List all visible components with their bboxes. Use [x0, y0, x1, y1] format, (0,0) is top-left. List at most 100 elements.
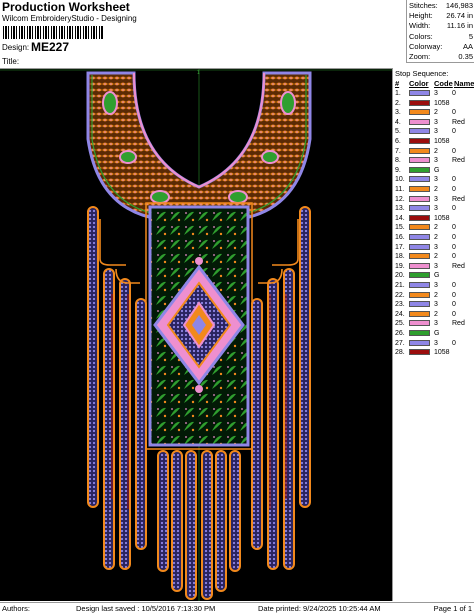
stat-label: Colorway: — [409, 41, 443, 51]
stat-value: 5 — [468, 31, 473, 41]
color-swatch — [409, 99, 430, 106]
thread-name: 0 — [452, 282, 456, 289]
stop-sequence-row[interactable]: 27. 3 0 — [393, 339, 474, 349]
stat-label: Width: — [409, 21, 431, 31]
color-swatch — [409, 272, 430, 279]
stop-sequence-header: # Color Code Name — [393, 79, 474, 88]
stop-number: 7. — [395, 147, 401, 155]
stop-sequence-row[interactable]: 7. 2 0 — [393, 147, 474, 157]
col-color-header: Color — [409, 79, 429, 88]
color-swatch — [409, 253, 430, 260]
color-swatch — [409, 234, 430, 240]
stop-sequence-row[interactable]: 9. G — [393, 166, 474, 176]
stop-sequence-row[interactable]: 5. 3 0 — [393, 127, 474, 137]
authors-label: Authors: — [2, 604, 30, 613]
stop-number: 5. — [395, 128, 401, 136]
stop-sequence-row[interactable]: 13. 3 0 — [393, 204, 474, 214]
thread-code: 2 — [434, 147, 438, 155]
stop-number: 6. — [395, 138, 401, 145]
color-swatch — [409, 138, 430, 144]
thread-name: 0 — [452, 339, 456, 347]
stop-number: 19. — [395, 262, 405, 270]
thread-code: 1058 — [434, 214, 450, 222]
stop-sequence-row[interactable]: 20. G — [393, 271, 474, 281]
thread-code: 3 — [434, 262, 438, 270]
stat-label: Height: — [409, 11, 433, 21]
stop-sequence-panel: Stop Sequence: # Color Code Name 1. 3 0 2. 1… — [392, 68, 474, 601]
thread-name: Red — [452, 262, 465, 270]
stop-sequence-row[interactable]: 15. 2 0 — [393, 223, 474, 233]
thread-code: 1058 — [434, 138, 450, 145]
color-swatch — [409, 339, 430, 346]
embroidery-design-preview: 1 — [0, 69, 392, 601]
stop-sequence-row[interactable]: 28. 1058 — [393, 348, 474, 358]
stop-sequence-row[interactable]: 22. 2 0 — [393, 291, 474, 301]
stop-sequence-row[interactable]: 11. 2 0 — [393, 185, 474, 195]
color-swatch — [409, 90, 430, 96]
stop-number: 1. — [395, 90, 401, 97]
thread-code: 1058 — [434, 99, 450, 107]
thread-name: 0 — [452, 147, 456, 155]
stat-row: Stitches: 146,983 — [409, 1, 473, 10]
thread-code: 3 — [434, 118, 438, 126]
color-swatch — [409, 195, 430, 202]
stop-sequence-row[interactable]: 16. 2 0 — [393, 233, 474, 243]
color-swatch — [409, 186, 430, 192]
stop-sequence-row[interactable]: 19. 3 Red — [393, 262, 474, 272]
thread-name: 0 — [452, 243, 456, 251]
thread-code: 3 — [434, 128, 438, 136]
stat-row: Colorway: AA — [409, 42, 473, 51]
color-swatch — [409, 147, 430, 154]
stop-sequence-row[interactable]: 8. 3 Red — [393, 156, 474, 166]
stop-sequence-row[interactable]: 3. 2 0 — [393, 108, 474, 118]
thread-code: 2 — [434, 186, 438, 193]
stat-label: Stitches: — [409, 1, 438, 10]
thread-code: 2 — [434, 253, 438, 261]
stat-label: Colors: — [409, 31, 433, 41]
thread-name: 0 — [452, 310, 456, 318]
thread-code: 2 — [434, 109, 438, 117]
stop-sequence-row[interactable]: 17. 3 0 — [393, 243, 474, 253]
stop-number: 16. — [395, 234, 405, 241]
stop-sequence-row[interactable]: 2. 1058 — [393, 99, 474, 109]
thread-code: 1058 — [434, 349, 450, 357]
color-swatch — [409, 176, 430, 183]
stop-sequence-row[interactable]: 24. 2 0 — [393, 310, 474, 320]
col-number-header: # — [395, 79, 400, 88]
stop-sequence-row[interactable]: 25. 3 Red — [393, 319, 474, 329]
stop-number: 27. — [395, 339, 405, 347]
stop-sequence-row[interactable]: 6. 1058 — [393, 137, 474, 147]
color-swatch — [409, 109, 430, 116]
stop-sequence-row[interactable]: 12. 3 Red — [393, 195, 474, 205]
thread-name: Red — [452, 118, 465, 126]
color-swatch — [409, 330, 430, 336]
thread-code: 3 — [434, 282, 438, 289]
stop-sequence-row[interactable]: 26. G — [393, 329, 474, 339]
thread-name: 0 — [452, 253, 456, 261]
thread-name: 0 — [452, 234, 456, 241]
thread-code: 3 — [434, 195, 438, 203]
stop-sequence-row[interactable]: 14. 1058 — [393, 214, 474, 224]
thread-code: G — [434, 272, 440, 280]
design-stats-panel: Stitches: 146,983 Height: 26.74 in Width: 11.… — [406, 0, 474, 63]
thread-name: 0 — [452, 205, 456, 213]
thread-name: 0 — [452, 291, 456, 299]
app-subtitle: Wilcom EmbroideryStudio - Designing — [2, 14, 137, 23]
stop-sequence-row[interactable]: 21. 3 0 — [393, 281, 474, 291]
thread-code: 2 — [434, 310, 438, 318]
stop-sequence-row[interactable]: 23. 3 0 — [393, 300, 474, 310]
stop-sequence-row[interactable]: 4. 3 Red — [393, 118, 474, 128]
thread-name: 0 — [452, 176, 456, 184]
stop-sequence-row[interactable]: 18. 2 0 — [393, 252, 474, 262]
design-preview-canvas[interactable]: 1 — [0, 68, 392, 601]
stop-sequence-row[interactable]: 1. 3 0 — [393, 89, 474, 99]
stop-sequence-row[interactable]: 10. 3 0 — [393, 175, 474, 185]
stop-sequence-title: Stop Sequence: — [395, 69, 449, 78]
stop-number: 14. — [395, 214, 405, 222]
thread-name: Red — [452, 195, 465, 203]
stop-number: 22. — [395, 291, 405, 299]
stop-number: 8. — [395, 157, 401, 165]
thread-code: 2 — [434, 291, 438, 299]
stop-number: 4. — [395, 118, 401, 126]
thread-name: 0 — [452, 301, 456, 309]
